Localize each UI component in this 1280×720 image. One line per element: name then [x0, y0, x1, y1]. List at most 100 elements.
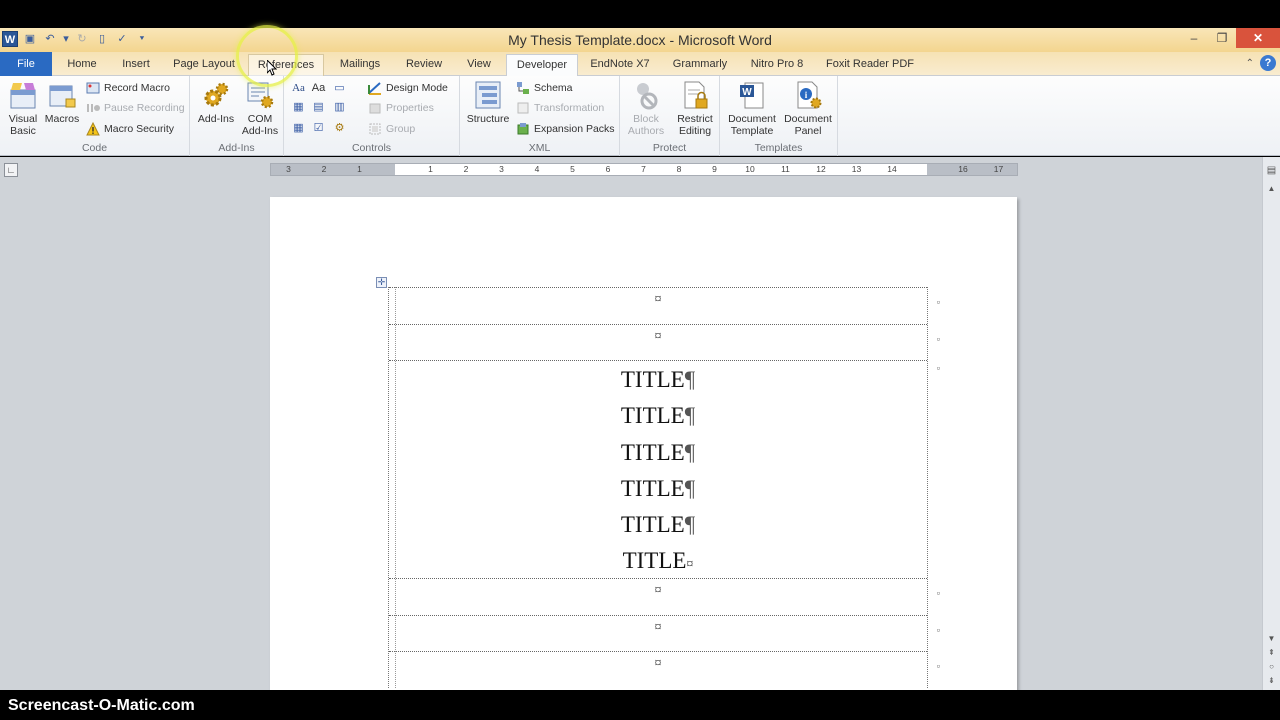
tab-review[interactable]: Review: [398, 54, 450, 76]
tab-selector[interactable]: ∟: [4, 163, 18, 177]
tab-nitro-pro[interactable]: Nitro Pro 8: [744, 54, 810, 76]
scroll-down-button[interactable]: ▼: [1265, 633, 1278, 645]
record-macro-icon: [86, 82, 100, 94]
document-page[interactable]: ✛ ¤ ▫ ¤ ▫ TITLE¶ TITLE¶ TITLE¶ TITLE¶ TITLE¶ TITL…: [270, 197, 1017, 697]
table-row[interactable]: ¤ ▫: [389, 578, 940, 615]
picture-control-icon[interactable]: ▭: [332, 81, 347, 95]
group-add-ins: Add-Ins COM Add-Ins Add-Ins: [190, 76, 284, 156]
block-authors-label-1: Block: [633, 113, 659, 125]
vertical-scrollbar[interactable]: ▤ ▲ ▼ ⇞ ○ ⇟: [1262, 157, 1280, 690]
horizontal-ruler[interactable]: 3 2 1 1 2 3 4 5 6 7 8 9 10 11 12 13 14 16 17: [270, 163, 1018, 176]
select-browse-object-button[interactable]: ○: [1265, 661, 1278, 673]
group-label-protect: Protect: [652, 142, 687, 154]
add-ins-button[interactable]: Add-Ins: [196, 80, 236, 125]
tab-references[interactable]: References: [248, 54, 324, 76]
document-panel-button[interactable]: i Document Panel: [780, 80, 836, 137]
group-button[interactable]: Group: [368, 120, 415, 138]
svg-text:W: W: [742, 87, 752, 98]
tab-endnote[interactable]: EndNote X7: [586, 54, 654, 76]
title-text: TITLE: [620, 403, 685, 429]
com-add-ins-button[interactable]: COM Add-Ins: [240, 80, 280, 137]
tab-developer[interactable]: Developer: [506, 54, 578, 77]
transformation-button[interactable]: Transformation: [516, 99, 604, 117]
title-paragraph[interactable]: TITLE¶: [389, 363, 927, 399]
ruler-number: 6: [605, 164, 611, 174]
title-bar: W ▣ ↶ ▾ ↻ ▯ ✓ ⯆ My Thesis Template.docx …: [0, 28, 1280, 52]
tab-view[interactable]: View: [460, 54, 498, 76]
group-xml: Structure Schema Transformation Expansio…: [460, 76, 620, 156]
ruler-number: 7: [641, 164, 646, 174]
properties-button[interactable]: Properties: [368, 99, 434, 117]
document-table[interactable]: ¤ ▫ ¤ ▫ TITLE¶ TITLE¶ TITLE¶ TITLE¶ TITLE¶ TITLE¤…: [388, 287, 940, 688]
visual-basic-button[interactable]: Visual Basic: [4, 80, 42, 137]
legacy-tools-icon[interactable]: ⚙: [332, 121, 347, 135]
document-template-button[interactable]: W Document Template: [724, 80, 780, 137]
document-template-label-2: Template: [730, 125, 774, 137]
ruler-number: 16: [958, 164, 968, 174]
block-authors-button[interactable]: Block Authors: [624, 80, 668, 137]
help-icon[interactable]: ?: [1260, 55, 1276, 71]
macros-button[interactable]: Macros: [44, 80, 80, 125]
expansion-packs-label: Expansion Packs: [534, 123, 615, 135]
tab-insert[interactable]: Insert: [114, 54, 158, 76]
dropdown-list-control-icon[interactable]: ▥: [332, 100, 347, 114]
cell-end-mark: ¤: [654, 292, 662, 307]
restrict-editing-icon: [684, 81, 708, 109]
group-icon: [369, 123, 381, 135]
rich-text-control-icon[interactable]: Aa: [291, 81, 306, 95]
next-page-button[interactable]: ⇟: [1265, 675, 1278, 687]
ruler-number: 14: [887, 164, 897, 174]
group-controls: Aa Aa ▭ ▦ ▤ ▥ ▦ ☑ ⚙ Design Mode Properti…: [284, 76, 460, 156]
ribbon-tabs: File Home Insert Page Layout References …: [0, 52, 1280, 77]
table-row[interactable]: ¤ ▫: [389, 651, 940, 688]
block-authors-icon: [637, 83, 658, 110]
schema-button[interactable]: Schema: [516, 79, 573, 97]
restore-button[interactable]: ❐: [1208, 28, 1236, 48]
design-mode-button[interactable]: Design Mode: [368, 79, 448, 97]
building-block-control-icon[interactable]: ▦: [291, 100, 306, 114]
ruler-number: 12: [816, 164, 826, 174]
collapse-ribbon-icon[interactable]: ⌃: [1246, 58, 1254, 69]
table-row[interactable]: ¤ ▫: [389, 287, 940, 324]
title-paragraph[interactable]: TITLE¶: [389, 399, 927, 435]
tab-home[interactable]: Home: [60, 54, 104, 76]
tab-file[interactable]: File: [0, 52, 52, 76]
table-move-handle-icon[interactable]: ✛: [376, 277, 387, 288]
tab-page-layout[interactable]: Page Layout: [170, 54, 238, 76]
previous-page-button[interactable]: ⇞: [1265, 647, 1278, 659]
tab-grammarly[interactable]: Grammarly: [666, 54, 734, 76]
title-paragraph[interactable]: TITLE¶: [389, 508, 927, 544]
macro-security-button[interactable]: Macro Security: [86, 120, 174, 138]
minimize-button[interactable]: ‒: [1180, 28, 1208, 48]
table-row-titles[interactable]: TITLE¶ TITLE¶ TITLE¶ TITLE¶ TITLE¶ TITLE¤ ▫: [389, 360, 940, 580]
plain-text-control-icon[interactable]: Aa: [311, 81, 326, 95]
table-row[interactable]: ¤ ▫: [389, 323, 940, 361]
recording-watermark-bar: Screencast-O-Matic.com: [0, 690, 1280, 720]
close-button[interactable]: ✕: [1236, 28, 1280, 48]
title-paragraph[interactable]: TITLE¶: [389, 472, 927, 508]
group-code: Visual Basic Macros Record Macro Pause R…: [0, 76, 190, 156]
checkbox-control-icon[interactable]: ☑: [311, 121, 326, 135]
tab-mailings[interactable]: Mailings: [332, 54, 388, 76]
restrict-editing-button[interactable]: Restrict Editing: [672, 80, 718, 137]
date-picker-control-icon[interactable]: ▦: [291, 121, 306, 135]
title-paragraph[interactable]: TITLE¤: [389, 544, 927, 580]
pause-recording-icon: [87, 104, 100, 112]
row-end-mark: ▫: [936, 297, 940, 307]
paragraph-mark: ¶: [684, 367, 696, 392]
title-paragraph[interactable]: TITLE¶: [389, 436, 927, 472]
scroll-up-button[interactable]: ▲: [1265, 183, 1278, 195]
table-row[interactable]: ¤ ▫: [389, 614, 940, 652]
macro-security-label: Macro Security: [104, 123, 175, 135]
tab-foxit-reader[interactable]: Foxit Reader PDF: [820, 54, 920, 76]
expansion-packs-button[interactable]: Expansion Packs: [516, 120, 615, 138]
view-ruler-icon[interactable]: ▤: [1265, 165, 1278, 177]
structure-button[interactable]: Structure: [464, 80, 512, 125]
ruler-number: 4: [534, 164, 540, 174]
group-label-xml: XML: [528, 142, 551, 154]
properties-icon: [369, 103, 381, 114]
pause-recording-button[interactable]: Pause Recording: [86, 99, 185, 117]
pause-recording-label: Pause Recording: [104, 102, 185, 114]
combo-box-control-icon[interactable]: ▤: [311, 100, 326, 114]
record-macro-button[interactable]: Record Macro: [86, 79, 170, 97]
